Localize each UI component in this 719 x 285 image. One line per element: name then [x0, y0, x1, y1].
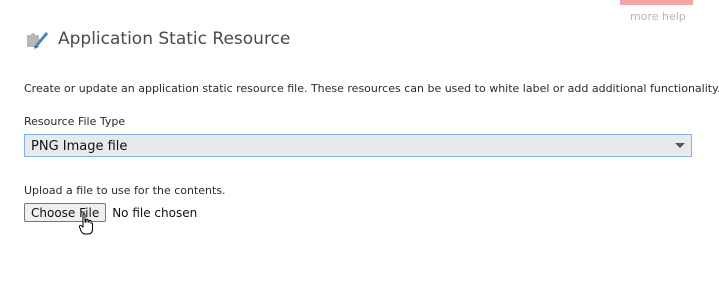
chevron-down-icon — [675, 143, 685, 148]
file-upload-control: Choose File No file chosen — [24, 203, 197, 222]
resource-file-type-label: Resource File Type — [24, 115, 126, 128]
puzzle-brush-icon — [27, 32, 48, 49]
page-description: Create or update an application static r… — [24, 82, 719, 95]
resource-file-type-select[interactable]: PNG Image file — [24, 134, 692, 157]
more-help-link[interactable]: more help — [630, 10, 686, 23]
page-title: Application Static Resource — [58, 29, 291, 49]
file-status-text: No file chosen — [112, 205, 198, 220]
resource-file-type-value: PNG Image file — [31, 139, 128, 154]
title-row: Application Static Resource — [24, 26, 290, 52]
upload-label: Upload a file to use for the contents. — [24, 184, 226, 197]
help-tab[interactable] — [620, 0, 693, 5]
choose-file-button[interactable]: Choose File — [24, 203, 107, 222]
hand-pointer-cursor-icon — [79, 213, 93, 235]
